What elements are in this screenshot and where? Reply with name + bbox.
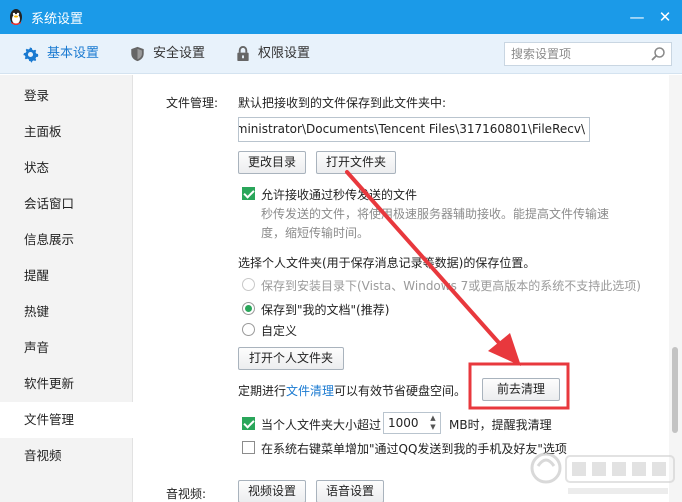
section-label-audio-video: 音视频:: [166, 487, 207, 501]
context-menu-checkbox[interactable]: [242, 441, 255, 454]
sidebar-item-sound[interactable]: 声音: [0, 330, 133, 366]
sidebar-item-hotkeys[interactable]: 热键: [0, 294, 133, 330]
size-limit-stepper[interactable]: 1000 ▲ ▼: [383, 412, 441, 434]
open-personal-folder-button[interactable]: 打开个人文件夹: [238, 347, 344, 370]
sidebar-item-reminders[interactable]: 提醒: [0, 258, 133, 294]
scrollbar-thumb[interactable]: [672, 347, 678, 433]
instant-transfer-description-line1: 秒传发送的文件，将使用极速服务器辅助接收。能提高文件传输速: [261, 207, 610, 221]
sidebar-item-status[interactable]: 状态: [0, 150, 133, 186]
radio-custom[interactable]: [242, 323, 255, 336]
content-scrollbar[interactable]: [669, 75, 682, 502]
sidebar-item-info-display[interactable]: 信息展示: [0, 222, 133, 258]
download-path-text: C:\Users\Administrator\Documents\Tencent…: [239, 122, 585, 136]
minimize-button[interactable]: —: [626, 6, 648, 28]
personal-folder-label: 选择个人文件夹(用于保存消息记录等数据)的保存位置。: [238, 256, 536, 270]
sidebar: 登录 主面板 状态 会话窗口 信息展示 提醒 热键 声音 软件更新 文件管理 音…: [0, 75, 134, 502]
cleanup-suffix: 可以有效节省硬盘空间。: [334, 384, 467, 398]
go-clean-button[interactable]: 前去清理: [482, 378, 560, 401]
stepper-up-icon[interactable]: ▲: [428, 414, 438, 423]
file-cleanup-link[interactable]: 文件清理: [286, 384, 334, 398]
allow-instant-transfer-checkbox[interactable]: [242, 187, 255, 200]
audio-settings-button[interactable]: 语音设置: [316, 480, 384, 502]
sidebar-item-file-management[interactable]: 文件管理: [0, 402, 134, 438]
tab-label: 安全设置: [153, 46, 206, 61]
instant-transfer-description-line2: 度，缩短传输时间。: [261, 226, 370, 240]
save-location-label: 默认把接收到的文件保存到此文件夹中:: [238, 96, 447, 110]
download-path-field[interactable]: C:\Users\Administrator\Documents\Tencent…: [238, 117, 590, 142]
allow-instant-transfer-label: 允许接收通过秒传发送的文件: [261, 188, 418, 202]
settings-search: [504, 42, 672, 66]
tab-basic-settings[interactable]: 基本设置: [22, 34, 99, 74]
size-limit-prefix: 当个人文件夹大小超过: [261, 418, 382, 432]
search-icon[interactable]: [650, 46, 666, 62]
stepper-down-icon[interactable]: ▼: [428, 423, 438, 432]
section-label-file-management: 文件管理:: [166, 96, 219, 110]
tab-permission-settings[interactable]: 权限设置: [236, 34, 310, 74]
shield-icon: [131, 46, 144, 62]
change-directory-button[interactable]: 更改目录: [238, 151, 306, 174]
video-settings-button[interactable]: 视频设置: [238, 480, 306, 502]
sidebar-item-login[interactable]: 登录: [0, 78, 133, 114]
title-bar: 系统设置 — ✕: [0, 0, 682, 34]
gear-icon: [23, 46, 39, 63]
sidebar-item-audio-video[interactable]: 音视频: [0, 438, 133, 474]
radio-install-dir[interactable]: [242, 278, 255, 291]
window-title: 系统设置: [31, 12, 84, 27]
radio-my-documents-label: 保存到"我的文档"(推荐): [261, 303, 390, 317]
size-limit-checkbox[interactable]: [242, 417, 255, 430]
radio-my-documents[interactable]: [242, 302, 255, 315]
radio-install-dir-label: 保存到安装目录下(Vista、Windows 7或更高版本的系统不支持此选项): [261, 279, 641, 293]
open-folder-button[interactable]: 打开文件夹: [316, 151, 396, 174]
search-input[interactable]: [511, 45, 641, 63]
tab-security-settings[interactable]: 安全设置: [130, 34, 205, 74]
cleanup-text: 定期进行文件清理可以有效节省硬盘空间。: [238, 382, 466, 399]
settings-content: 文件管理: 默认把接收到的文件保存到此文件夹中: C:\Users\Admini…: [134, 75, 669, 502]
watermark-logo: [530, 452, 675, 494]
sidebar-item-chat-window[interactable]: 会话窗口: [0, 186, 133, 222]
size-limit-value: 1000: [388, 416, 419, 430]
sidebar-item-main-panel[interactable]: 主面板: [0, 114, 133, 150]
tab-bar: 基本设置 安全设置 权限设置: [0, 34, 682, 74]
context-menu-label: 在系统右键菜单增加"通过QQ发送到我的手机及好友"选项: [261, 442, 567, 456]
sidebar-item-software-update[interactable]: 软件更新: [0, 366, 133, 402]
size-limit-suffix: MB时，提醒我清理: [449, 418, 552, 432]
lock-icon: [237, 46, 249, 62]
tab-label: 权限设置: [258, 46, 311, 61]
tab-label: 基本设置: [47, 46, 100, 61]
qq-penguin-icon: [10, 9, 22, 25]
cleanup-prefix: 定期进行: [238, 384, 287, 398]
radio-custom-label: 自定义: [261, 324, 298, 338]
close-button[interactable]: ✕: [654, 6, 676, 28]
